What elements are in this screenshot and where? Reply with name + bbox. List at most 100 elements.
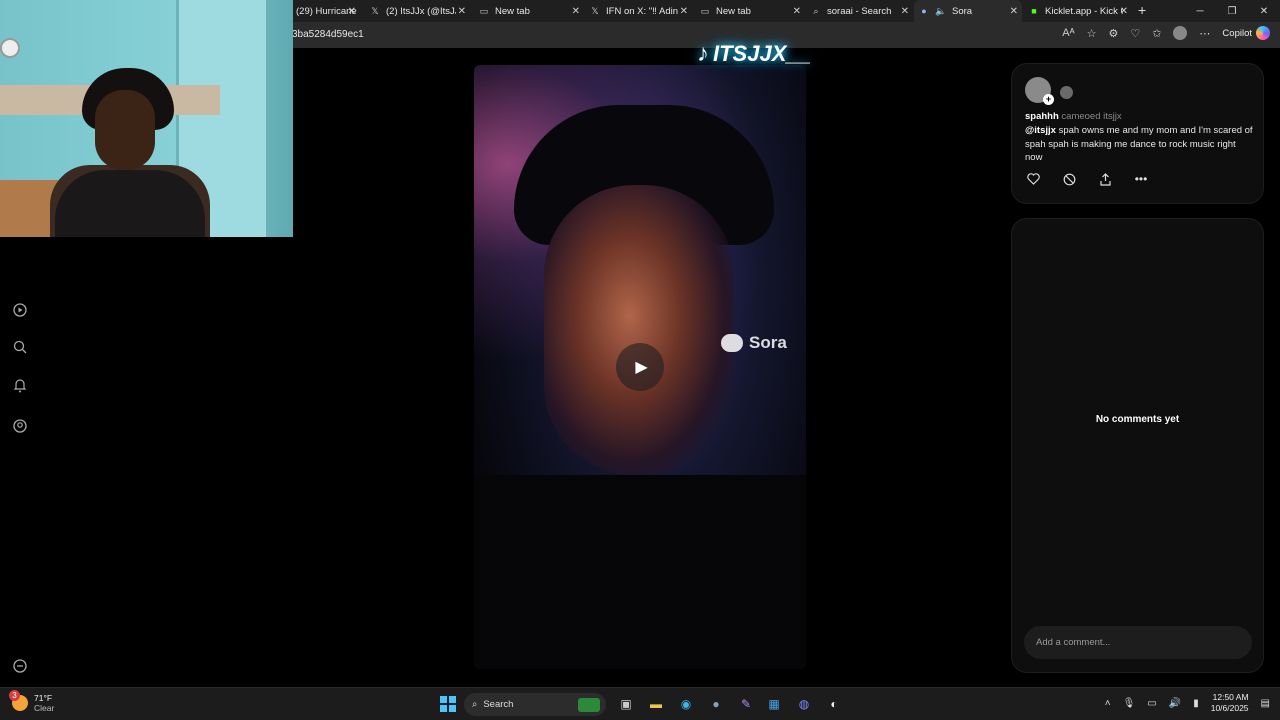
favorites-icon[interactable]: ✩ bbox=[1152, 27, 1161, 40]
recording-app-icon[interactable]: ◐ bbox=[826, 696, 842, 712]
browser-essentials-icon[interactable]: ♡ bbox=[1130, 27, 1140, 40]
heart-icon[interactable] bbox=[1026, 172, 1040, 186]
newtab-icon: ▭ bbox=[479, 5, 489, 16]
discord-icon[interactable]: ◍ bbox=[796, 696, 812, 712]
weather-widget[interactable]: 3 71°F Clear bbox=[9, 690, 54, 713]
play-button[interactable]: ▶ bbox=[616, 343, 664, 391]
close-icon[interactable]: ✕ bbox=[901, 6, 909, 17]
tab-hurricane[interactable]: (29) Hurricane ✕ bbox=[292, 0, 360, 22]
post-username[interactable]: spahhh bbox=[1025, 111, 1059, 122]
sora-icon: ● bbox=[921, 6, 927, 16]
play-icon: ▶ bbox=[635, 359, 648, 376]
taskbar-search[interactable]: ⌕ Search bbox=[464, 693, 606, 716]
follow-plus-icon[interactable]: + bbox=[1043, 94, 1054, 105]
more-icon[interactable]: ⋯ bbox=[1199, 27, 1210, 40]
clock-date: 10/6/2025 bbox=[1210, 703, 1249, 713]
tab-title: Kicklet.app - Kick C bbox=[1045, 5, 1123, 17]
close-icon[interactable]: ✕ bbox=[458, 6, 466, 17]
play-nav-icon[interactable] bbox=[12, 302, 28, 318]
new-tab-button[interactable]: + bbox=[1138, 2, 1146, 18]
remix-icon[interactable] bbox=[1062, 172, 1076, 186]
profile-icon[interactable] bbox=[1173, 26, 1188, 40]
weather-icon: 3 bbox=[9, 690, 28, 711]
window-controls: ─ ❐ ✕ bbox=[1184, 0, 1280, 22]
tab-sora[interactable]: ● 🔈 Sora ✕ bbox=[914, 0, 1022, 22]
tab-soraai-search[interactable]: ⌕ soraai - Search ✕ bbox=[806, 0, 913, 22]
restore-icon[interactable]: ❐ bbox=[1216, 0, 1248, 22]
wall-clock bbox=[0, 38, 20, 58]
paint-icon[interactable]: ✎ bbox=[738, 696, 754, 712]
more-options-icon[interactable]: ••• bbox=[1134, 172, 1148, 186]
app-icon[interactable]: ● bbox=[708, 696, 724, 712]
search-icon: ⌕ bbox=[813, 5, 819, 16]
task-view-icon[interactable]: ▣ bbox=[618, 696, 634, 712]
read-aloud-icon[interactable]: Aᴬ bbox=[1062, 27, 1074, 39]
close-icon[interactable]: ✕ bbox=[1120, 6, 1128, 17]
start-button[interactable] bbox=[440, 696, 456, 712]
copilot-button[interactable]: Copilot bbox=[1222, 26, 1270, 40]
edge-icon[interactable]: ◉ bbox=[678, 696, 694, 712]
tab-itsjjx-x[interactable]: 𝕏 (2) ItsJJx (@ItsJJx_) ✕ bbox=[365, 0, 470, 22]
post-caption: @itsjjx spah owns me and my mom and I'm … bbox=[1025, 124, 1255, 165]
notification-icon[interactable]: ▤ bbox=[1261, 698, 1270, 709]
cameo-line: spahhh cameoed itsjjx bbox=[1025, 111, 1122, 122]
store-icon[interactable]: ▦ bbox=[766, 696, 782, 712]
temperature: 71°F bbox=[34, 693, 53, 703]
kicklet-icon: ■ bbox=[1031, 6, 1037, 16]
tab-title: soraai - Search bbox=[827, 5, 892, 17]
sora-watermark-text: Sora bbox=[749, 333, 787, 352]
file-explorer-icon[interactable]: ▬ bbox=[648, 696, 664, 712]
cameo-avatar[interactable] bbox=[1060, 86, 1073, 99]
close-icon[interactable]: ✕ bbox=[793, 6, 801, 17]
tab-new-tab-1[interactable]: ▭ New tab ✕ bbox=[474, 0, 584, 22]
close-icon[interactable]: ✕ bbox=[348, 6, 356, 17]
copilot-label: Copilot bbox=[1222, 27, 1252, 39]
bell-icon[interactable] bbox=[12, 377, 28, 393]
close-window-icon[interactable]: ✕ bbox=[1248, 0, 1280, 22]
share-icon[interactable] bbox=[1098, 172, 1112, 186]
post-info-card: + spahhh cameoed itsjjx @itsjjx spah own… bbox=[1011, 63, 1264, 204]
battery-icon[interactable]: ▮ bbox=[1193, 698, 1199, 709]
network-icon[interactable]: ▭ bbox=[1147, 698, 1156, 709]
system-tray: ˄ 🎙 ▭ 🔊 ▮ 12:50 AM 10/6/2025 ▤ bbox=[1105, 692, 1270, 714]
minimize-icon[interactable]: ─ bbox=[1184, 0, 1216, 22]
extensions-icon[interactable]: ⚙ bbox=[1108, 27, 1118, 40]
tab-title: New tab bbox=[716, 5, 751, 17]
sora-watermark: Sora bbox=[721, 333, 787, 353]
windows-taskbar: 3 71°F Clear ⌕ Search ▣ ▬ ◉ ● ✎ ▦ ◍ ◐ ˄ … bbox=[0, 687, 1280, 720]
x-icon: 𝕏 bbox=[591, 5, 599, 16]
screen: (29) Hurricane ✕ 𝕏 (2) ItsJJx (@ItsJJx_)… bbox=[0, 0, 1280, 720]
close-icon[interactable]: ✕ bbox=[1010, 6, 1018, 17]
comments-panel: No comments yet bbox=[1011, 218, 1264, 673]
cameo-text: cameoed itsjjx bbox=[1061, 111, 1122, 122]
tab-kicklet[interactable]: ■ Kicklet.app - Kick C ✕ bbox=[1024, 0, 1132, 22]
volume-icon[interactable]: 🔊 bbox=[1169, 698, 1181, 709]
search-nav-icon[interactable] bbox=[12, 339, 28, 355]
newtab-icon: ▭ bbox=[700, 5, 710, 16]
chevron-up-icon[interactable]: ˄ bbox=[1105, 698, 1111, 709]
comment-input[interactable] bbox=[1024, 626, 1252, 659]
url-text[interactable]: 3ba5284d59ec1 bbox=[292, 29, 364, 40]
profile-nav-icon[interactable] bbox=[12, 418, 28, 434]
speaker-icon[interactable]: 🔈 bbox=[935, 5, 947, 17]
caption-mention[interactable]: @itsjjx bbox=[1025, 125, 1056, 136]
sora-logo-icon bbox=[721, 334, 743, 352]
close-icon[interactable]: ✕ bbox=[680, 6, 688, 17]
copilot-icon bbox=[1256, 26, 1270, 40]
star-icon[interactable]: ☆ bbox=[1087, 27, 1097, 40]
microphone-icon[interactable]: 🎙 bbox=[1123, 698, 1136, 709]
tiktok-icon: ♪ bbox=[697, 40, 709, 67]
tab-new-tab-2[interactable]: ▭ New tab ✕ bbox=[695, 0, 805, 22]
streamer-logo-text: ITSJJX__ bbox=[713, 41, 811, 66]
tab-title: Sora bbox=[952, 5, 973, 17]
empty-comments-text: No comments yet bbox=[1095, 414, 1180, 425]
taskbar-clock[interactable]: 12:50 AM 10/6/2025 bbox=[1211, 692, 1249, 714]
settings-nav-icon[interactable] bbox=[12, 658, 28, 674]
x-icon: 𝕏 bbox=[371, 5, 379, 16]
post-actions: ••• bbox=[1026, 172, 1148, 186]
tab-ifn-x[interactable]: 𝕏 IFN on X: "‼ Adin R ✕ bbox=[585, 0, 692, 22]
taskbar-search-label: Search bbox=[483, 699, 514, 710]
close-icon[interactable]: ✕ bbox=[572, 6, 580, 17]
video-player[interactable]: Sora ▶ bbox=[474, 65, 806, 669]
caption-text: spah owns me and my mom and I'm scared o… bbox=[1025, 125, 1253, 163]
